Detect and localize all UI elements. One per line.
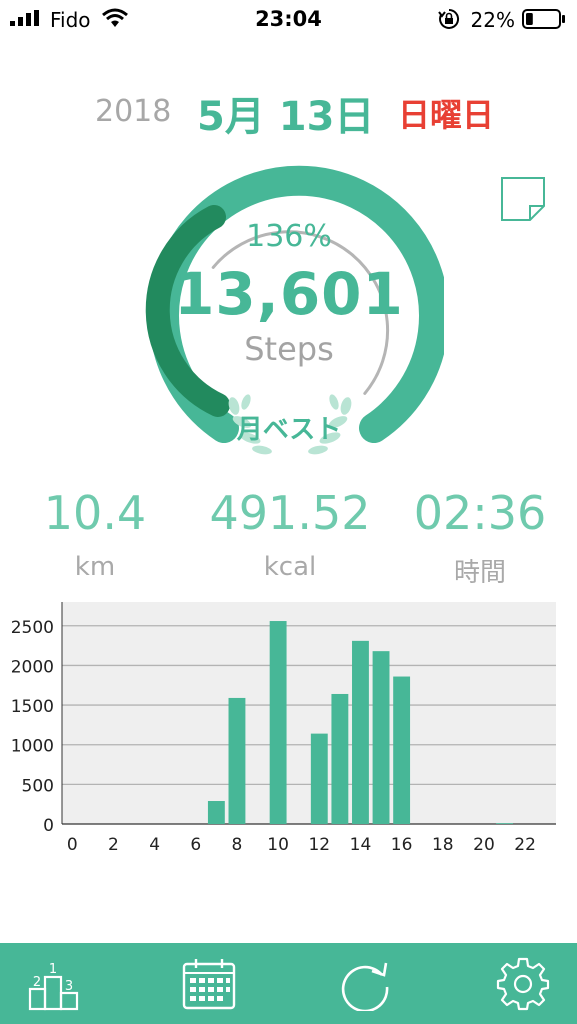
chart-bar [207, 801, 225, 824]
status-bar: Fido 23:04 22% [0, 0, 577, 40]
y-tick-label: 1000 [11, 737, 54, 757]
rotation-lock-icon [438, 8, 460, 29]
date-header: 2018 5月 13日 日曜日 [0, 84, 577, 140]
battery-icon [522, 9, 565, 29]
chart-bar [331, 693, 349, 824]
date-month-day: 5月 13日 [197, 94, 375, 140]
tab-settings[interactable] [432, 943, 576, 1024]
x-tick-label: 0 [67, 835, 78, 855]
battery-percent: 22% [470, 8, 515, 32]
distance-value: 10.4 [43, 486, 147, 540]
chart-plot-area [62, 602, 556, 824]
y-tick-label: 500 [22, 776, 54, 796]
y-tick-label: 2500 [11, 618, 54, 638]
svg-text:1: 1 [49, 962, 57, 977]
distance-unit: km [74, 552, 116, 582]
x-tick-label: 20 [473, 835, 495, 855]
x-tick-label: 18 [432, 835, 454, 855]
x-tick-label: 2 [108, 835, 119, 855]
calendar-icon [182, 959, 236, 1010]
x-tick-label: 22 [514, 835, 536, 855]
calories-unit: kcal [263, 552, 317, 582]
monthly-best-badge: 月ベスト [236, 415, 342, 445]
chart-bar [393, 676, 411, 824]
x-tick-label: 4 [149, 835, 160, 855]
y-tick-label: 1500 [11, 697, 54, 717]
date-year: 2018 [95, 94, 172, 129]
x-tick-label: 16 [391, 835, 413, 855]
y-tick-label: 2000 [11, 657, 54, 677]
tab-ranking[interactable]: 1 2 3 [0, 943, 144, 1024]
refresh-icon [341, 962, 389, 1011]
step-count: 13,601 [174, 260, 404, 328]
chart-bar [269, 621, 287, 824]
step-unit-label: Steps [244, 330, 334, 368]
bottom-tab-bar: 1 2 3 [0, 943, 577, 1024]
calories-value: 491.52 [209, 486, 371, 540]
svg-text:2: 2 [33, 975, 41, 990]
gear-icon [496, 957, 550, 1011]
chart-bar [496, 823, 513, 824]
ranking-podium-icon: 1 2 3 [28, 962, 79, 1011]
chart-bar [228, 697, 246, 824]
chart-bar [352, 640, 369, 824]
chart-bar [310, 733, 328, 824]
x-tick-label: 12 [308, 835, 330, 855]
x-tick-label: 14 [350, 835, 372, 855]
y-tick-label: 0 [43, 816, 54, 836]
hourly-steps-chart: 0 500 1000 1500 2000 2500 0 2 4 6 8 10 12 14 16 18 20 22 [11, 602, 556, 855]
chart-bar [372, 651, 390, 824]
tab-refresh[interactable] [288, 943, 432, 1024]
x-tick-label: 6 [190, 835, 201, 855]
x-tick-label: 10 [267, 835, 289, 855]
svg-text:3: 3 [65, 979, 73, 994]
duration-value: 02:36 [413, 486, 547, 540]
date-weekday: 日曜日 [398, 96, 495, 134]
memo-note-icon[interactable] [500, 176, 546, 222]
goal-percent: 136% [246, 219, 332, 254]
x-tick-label: 8 [232, 835, 243, 855]
tab-calendar[interactable] [144, 943, 288, 1024]
duration-unit: 時間 [453, 558, 506, 588]
